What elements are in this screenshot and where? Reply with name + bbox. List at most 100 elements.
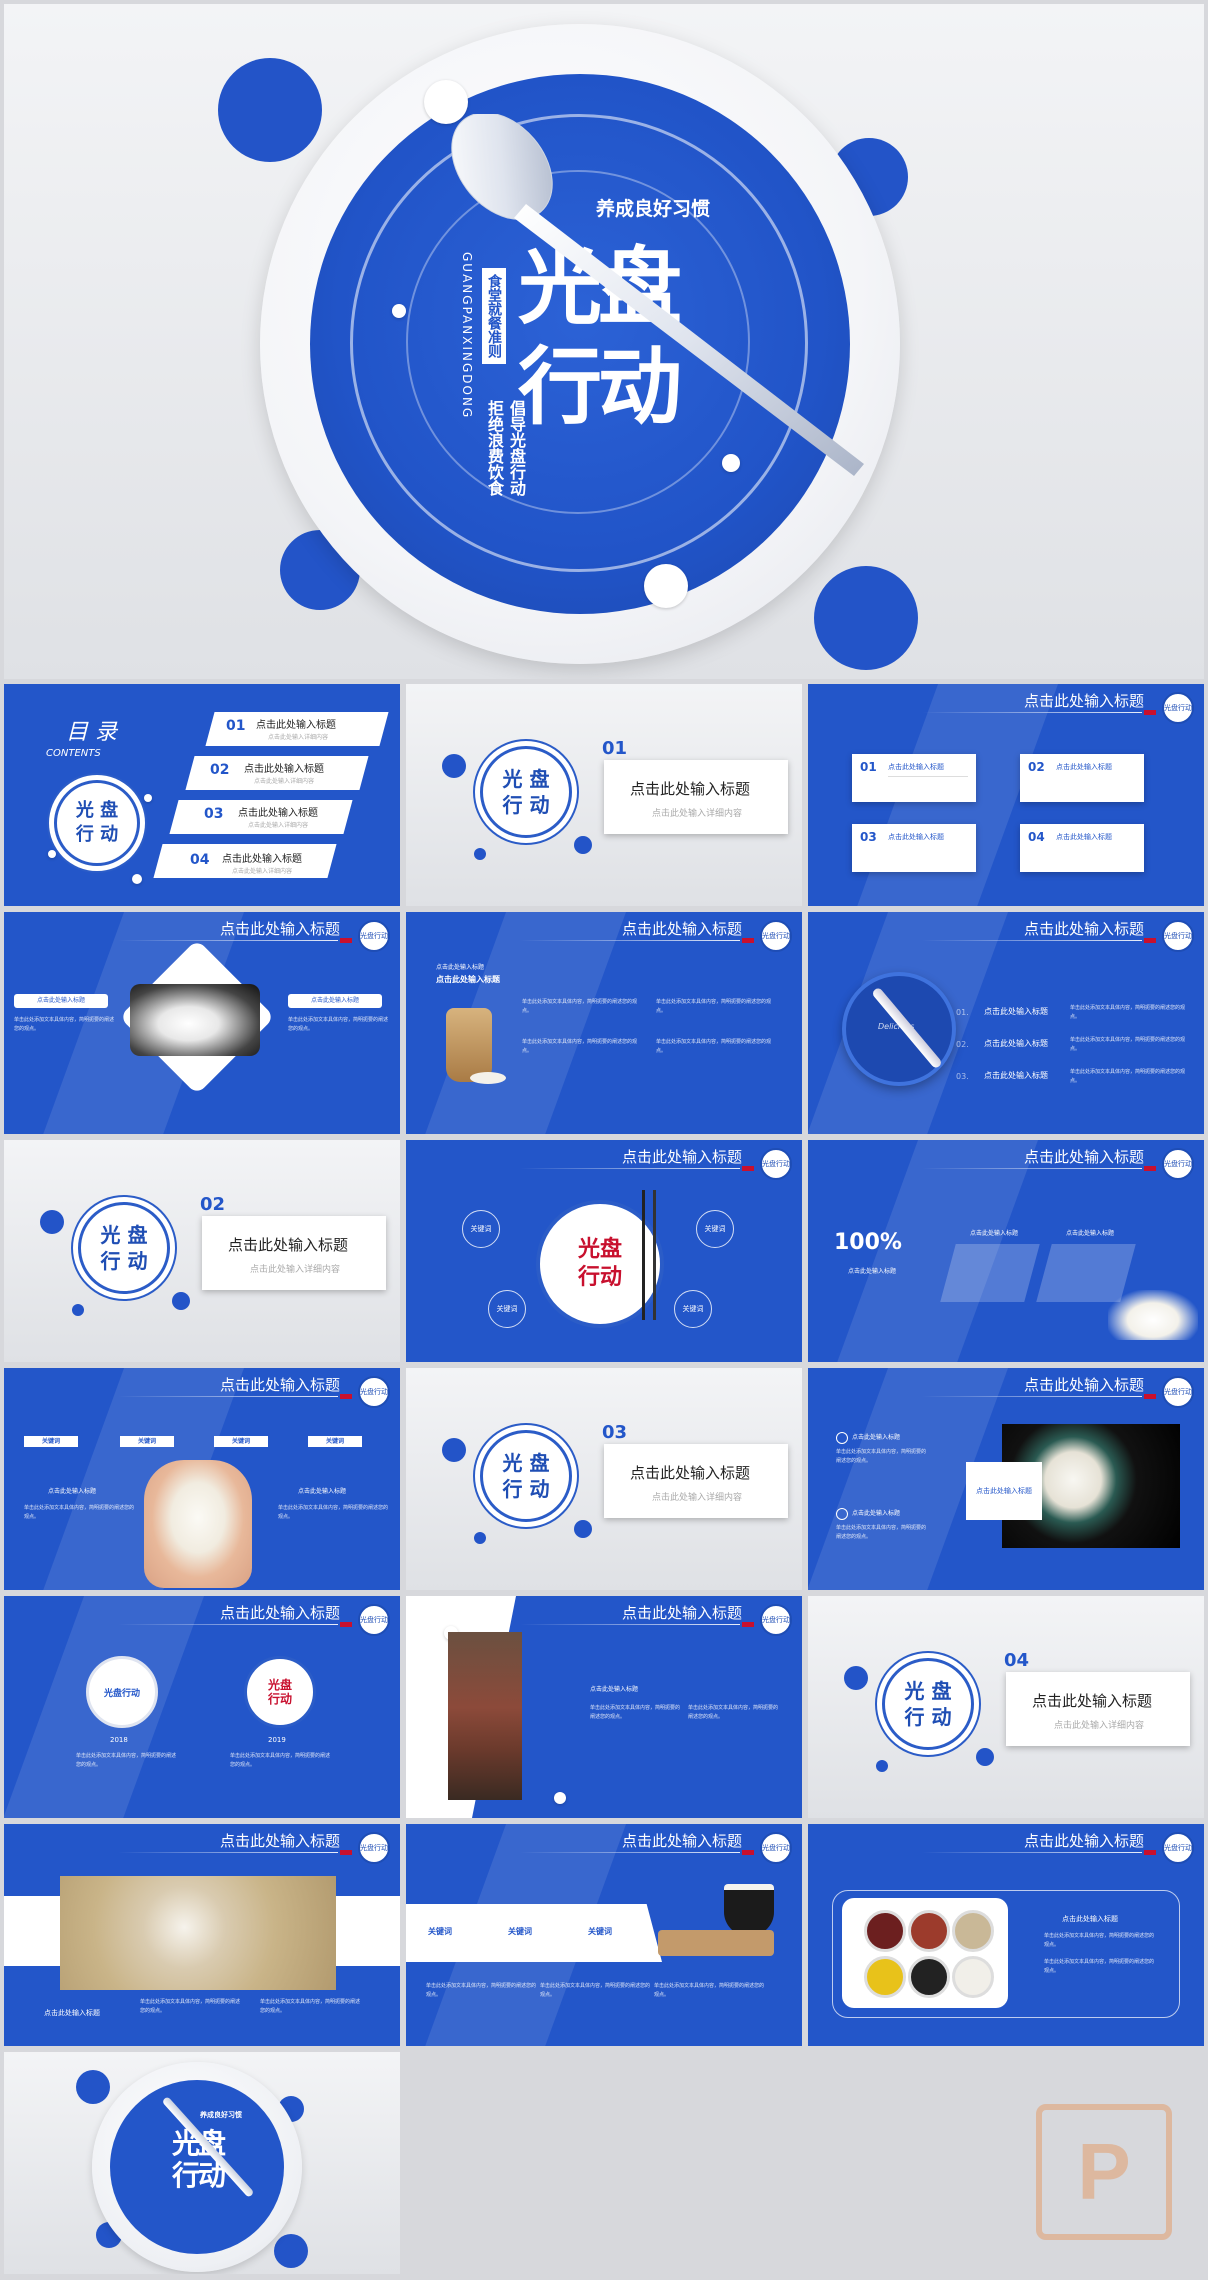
- seal-logo: 光盘行动: [358, 1832, 390, 1864]
- keyword[interactable]: 关键词: [508, 1926, 532, 1937]
- title-underline: [520, 1624, 740, 1625]
- item-num: 04: [1028, 830, 1045, 844]
- item-card[interactable]: 03 点击此处输入标题: [852, 824, 976, 872]
- slide-hands-rice[interactable]: 点击此处输入标题 光盘行动 关键词 关键词 关键词 关键词 点击此处输入标题 点…: [4, 1368, 400, 1590]
- slide-timeline[interactable]: 点击此处输入标题 光盘行动 光盘行动 光盘 行动 2018 2019 单击此处添…: [4, 1596, 400, 1818]
- slide-title: 点击此处输入标题: [621, 1604, 742, 1622]
- callout-label[interactable]: 点击此处输入标题: [966, 1462, 1042, 1520]
- section-slide-01[interactable]: 光 盘 行 动 01 点击此处输入标题 点击此处输入详细内容: [406, 684, 802, 906]
- slide-beans[interactable]: 点击此处输入标题 光盘行动 点击此处输入标题 单击此处添加文本具体内容，简明扼要…: [406, 1596, 802, 1818]
- keyword-bubble[interactable]: 关键词: [462, 1210, 500, 1248]
- section-medal: 光 盘 行 动: [480, 746, 572, 838]
- tray-photo: [658, 1930, 774, 1956]
- item-card[interactable]: 04 点击此处输入标题: [1020, 824, 1144, 872]
- closing-slide[interactable]: 养成良好习惯 光盘行动: [4, 2052, 400, 2274]
- sample-bowl: [908, 1956, 950, 1998]
- section-sub: 点击此处输入详细内容: [652, 809, 743, 819]
- title-underline: [922, 1168, 1142, 1169]
- title-accent: [340, 1622, 352, 1627]
- cover-slide[interactable]: 养成良好习惯 光盘 行动 GUANGPANXINGDONG 食堂就餐准则 拒绝浪…: [4, 4, 1204, 679]
- keyword-bubble[interactable]: 关键词: [674, 1290, 712, 1328]
- slide-title: 点击此处输入标题: [1023, 920, 1144, 938]
- title-accent: [1144, 1394, 1156, 1399]
- seal-logo: 光盘行动: [1162, 1148, 1194, 1180]
- decor-circle: [814, 566, 918, 670]
- title-accent: [340, 938, 352, 943]
- title-accent: [1144, 1850, 1156, 1855]
- toc-sub: 点击此处输入详细内容: [232, 868, 293, 875]
- slide-percent[interactable]: 点击此处输入标题 光盘行动 100% 点击此处输入标题 点击此处输入标题 点击此…: [808, 1140, 1204, 1362]
- slide-rice-diamond[interactable]: 点击此处输入标题 光盘行动 点击此处输入标题 点击此处输入标题 单击此处添加文本…: [4, 912, 400, 1134]
- section-card[interactable]: 点击此处输入标题 点击此处输入详细内容: [1006, 1672, 1190, 1746]
- keyword[interactable]: 关键词: [588, 1926, 612, 1937]
- content-label: 点击此处输入标题: [1062, 1915, 1118, 1923]
- section-slide-02[interactable]: 光 盘 行 动 02 点击此处输入标题 点击此处输入详细内容: [4, 1140, 400, 1362]
- keyword-tag[interactable]: 关键词: [24, 1436, 78, 1447]
- title-accent: [742, 1622, 754, 1627]
- toc-slide[interactable]: 目 录 CONTENTS 光 盘 行 动 01 点击此处输入标题 点击此处输入详…: [4, 684, 400, 906]
- input-label-right[interactable]: 点击此处输入标题: [288, 994, 382, 1008]
- label-small: 点击此处输入标题: [436, 964, 485, 971]
- title-accent: [340, 1394, 352, 1399]
- hands-photo: [144, 1460, 252, 1588]
- keyword-bubble[interactable]: 关键词: [696, 1210, 734, 1248]
- toc-sub: 点击此处输入详细内容: [268, 734, 329, 741]
- item-card[interactable]: 01 点击此处输入标题: [852, 754, 976, 802]
- plate-left: 光盘行动: [86, 1656, 158, 1728]
- list-num: 01.: [956, 1008, 969, 1017]
- input-label-left[interactable]: 点击此处输入标题: [14, 994, 108, 1008]
- item-label: 点击此处输入标题: [1056, 763, 1112, 771]
- section-slide-04[interactable]: 光 盘 行 动 04 点击此处输入标题 点击此处输入详细内容: [808, 1596, 1204, 1818]
- body-text: 单击此处添加文本具体内容，简明扼要的阐述您的观点。: [1044, 1959, 1155, 1974]
- body-text: 单击此处添加文本具体内容，简明扼要的阐述您的观点。: [540, 1983, 651, 1998]
- spoon-icon: [451, 114, 864, 476]
- body-text: 单击此处添加文本具体内容，简明扼要的阐述您的观点。: [14, 1017, 115, 1032]
- keyword-tag[interactable]: 关键词: [214, 1436, 268, 1447]
- section-card[interactable]: 点击此处输入标题 点击此处输入详细内容: [604, 1444, 788, 1518]
- keyword-bubble[interactable]: 关键词: [488, 1290, 526, 1328]
- rice-pile: [470, 1072, 506, 1084]
- seal-logo: 光盘行动: [358, 1376, 390, 1408]
- body-text: 单击此处添加文本具体内容，简明扼要的阐述您的观点。: [24, 1505, 135, 1520]
- item-card[interactable]: 02 点击此处输入标题: [1020, 754, 1144, 802]
- decor-dot: [48, 850, 56, 858]
- toc-num: 02: [210, 762, 230, 778]
- keyword[interactable]: 关键词: [428, 1926, 452, 1937]
- keyword-tag[interactable]: 关键词: [308, 1436, 362, 1447]
- sample-bowl: [952, 1956, 994, 1998]
- section-card[interactable]: 点击此处输入标题 点击此处输入详细内容: [604, 760, 788, 834]
- section-title: 点击此处输入标题: [1032, 1692, 1153, 1710]
- slide-rice-bowl[interactable]: 点击此处输入标题 光盘行动 点击此处输入标题 点击此处输入标题 单击此处添加文本…: [808, 1368, 1204, 1590]
- beans-photo: [448, 1632, 522, 1800]
- keyword-tag[interactable]: 关键词: [120, 1436, 174, 1447]
- toc-num: 04: [190, 852, 210, 868]
- section-medal: 光 盘 行 动: [78, 1202, 170, 1294]
- slide-title: 点击此处输入标题: [219, 920, 340, 938]
- body-text: 单击此处添加文本具体内容，简明扼要的阐述您的观点。: [654, 1983, 765, 1998]
- percent-value: 100%: [834, 1230, 902, 1255]
- slide-keywords-bowl[interactable]: 点击此处输入标题 光盘行动 关键词 关键词 关键词 单击此处添加文本具体内容，简…: [406, 1824, 802, 2046]
- decor-circle: [274, 2234, 308, 2268]
- body-text: 单击此处添加文本具体内容，简明扼要的阐述您的观点。: [230, 1753, 331, 1768]
- item-label: 点击此处输入标题: [888, 763, 944, 771]
- rice-scoop-photo: [1108, 1290, 1198, 1340]
- decor-circle: [40, 1210, 64, 1234]
- decor-circle: [574, 1520, 592, 1538]
- body-text: 单击此处添加文本具体内容，简明扼要的阐述您的观点。: [1070, 1005, 1186, 1020]
- body-text: 单击此处添加文本具体内容，简明扼要的阐述您的观点。: [656, 999, 772, 1014]
- slide-emblem-keywords[interactable]: 点击此处输入标题 光盘行动 光盘 行动 关键词 关键词 关键词 关键词: [406, 1140, 802, 1362]
- title-accent: [340, 1850, 352, 1855]
- decor-circle: [474, 848, 486, 860]
- body-text: 单击此处添加文本具体内容，简明扼要的阐述您的观点。: [590, 1705, 681, 1720]
- decor-dot: [392, 304, 406, 318]
- section-number: 03: [602, 1422, 628, 1443]
- slide-grains[interactable]: 点击此处输入标题 光盘行动 点击此处输入标题 单击此处添加文本具体内容，简明扼要…: [4, 1824, 400, 2046]
- section-card[interactable]: 点击此处输入标题 点击此处输入详细内容: [202, 1216, 386, 1290]
- body-text: 单击此处添加文本具体内容，简明扼要的阐述您的观点。: [76, 1753, 177, 1768]
- decor-circle: [574, 836, 592, 854]
- slide-grain-samples[interactable]: 点击此处输入标题 光盘行动 点击此处输入标题 单击此处添加文本具体内容，简明扼要…: [808, 1824, 1204, 2046]
- slide-plate-list[interactable]: 点击此处输入标题 光盘行动 Delicious 01. 02. 03. 点击此处…: [808, 912, 1204, 1134]
- slide-4-items[interactable]: 点击此处输入标题 光盘行动 01 点击此处输入标题 02 点击此处输入标题 03…: [808, 684, 1204, 906]
- section-slide-03[interactable]: 光 盘 行 动 03 点击此处输入标题 点击此处输入详细内容: [406, 1368, 802, 1590]
- slide-rice-sack[interactable]: 点击此处输入标题 光盘行动 点击此处输入标题 点击此处输入标题 单击此处添加文本…: [406, 912, 802, 1134]
